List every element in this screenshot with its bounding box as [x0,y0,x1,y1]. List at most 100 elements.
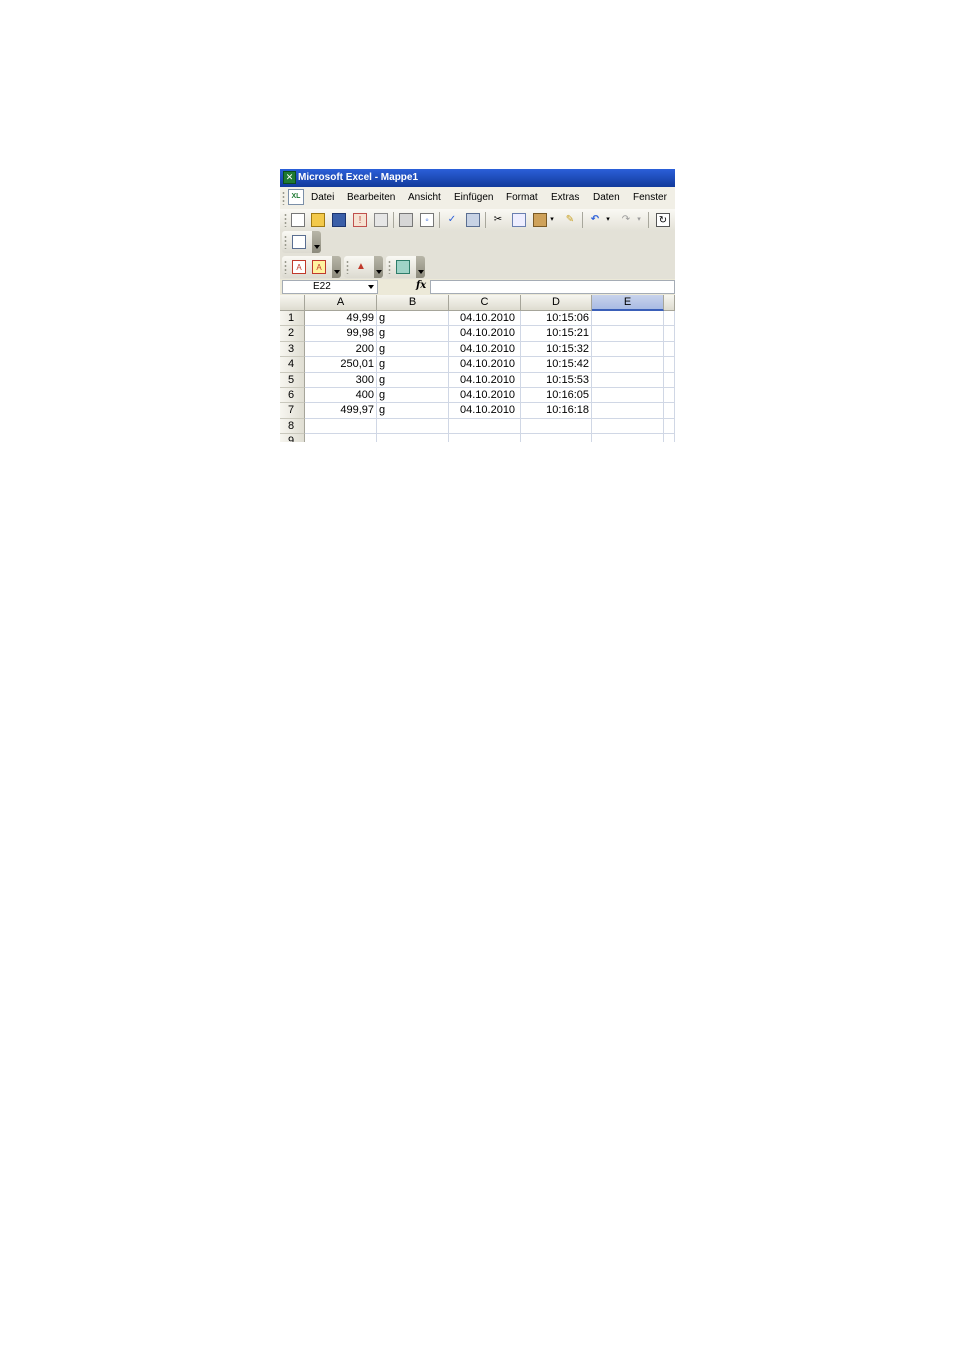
menu-fenster[interactable]: Fenster [633,192,667,203]
row-header[interactable]: 4 [280,357,305,373]
name-box[interactable]: E22 [282,280,378,294]
paste-icon[interactable] [533,213,547,227]
copy-icon[interactable] [512,213,526,227]
cell-c[interactable] [449,418,521,435]
save-icon[interactable] [332,213,346,227]
formula-input[interactable] [430,280,675,294]
row-header[interactable]: 5 [280,372,305,388]
menu-extras[interactable]: Extras [551,192,579,203]
cell-f[interactable] [664,403,675,419]
cell-e[interactable] [592,434,664,442]
column-header-b[interactable]: B [377,295,449,311]
undo-dropdown-icon[interactable]: ▾ [604,213,612,227]
paste-dropdown-icon[interactable]: ▾ [548,213,556,227]
pdf-icon[interactable]: A [292,260,306,274]
print-preview-icon[interactable]: ◦ [420,213,434,227]
column-header-e[interactable]: E [592,295,664,311]
cell-e[interactable] [592,311,664,327]
row-header[interactable]: 7 [280,403,305,419]
pdf-comment-icon[interactable]: A [312,260,326,274]
toolbar-grip[interactable] [284,213,287,227]
cell-a[interactable]: 200 [305,341,377,358]
cell-e[interactable] [592,372,664,388]
cell-c[interactable]: 04.10.2010 [449,372,521,388]
cell-d[interactable]: 10:15:06 [521,311,592,327]
toolbar-options-chevron[interactable] [332,256,341,278]
refresh-icon[interactable]: ↻ [656,213,670,227]
toolbar-options-chevron[interactable] [416,256,425,278]
cell-a[interactable] [305,418,377,435]
cell-d[interactable]: 10:15:21 [521,326,592,342]
cell-f[interactable] [664,326,675,342]
cell-e[interactable] [592,403,664,419]
column-header-a[interactable]: A [305,295,377,311]
undo-icon[interactable]: ↶ [588,213,602,227]
cell-e[interactable] [592,418,664,435]
column-header-f[interactable] [664,295,675,311]
cell-b[interactable]: g [377,372,449,388]
cell-a[interactable]: 499,97 [305,403,377,419]
cell-a[interactable]: 99,98 [305,326,377,342]
title-bar[interactable]: ✕ Microsoft Excel - Mappe1 [280,169,675,187]
cell-c[interactable]: 04.10.2010 [449,341,521,358]
menu-einfuegen[interactable]: Einfügen [454,192,493,203]
cell-c[interactable]: 04.10.2010 [449,311,521,327]
redo-icon[interactable]: ↷ [619,213,633,227]
menu-ansicht[interactable]: Ansicht [408,192,441,203]
format-painter-icon[interactable]: ✎ [563,213,577,227]
cell-c[interactable] [449,434,521,442]
permission-icon[interactable]: ! [353,213,367,227]
cell-c[interactable]: 04.10.2010 [449,357,521,373]
column-header-d[interactable]: D [521,295,592,311]
toolbar-options-chevron[interactable] [312,231,321,253]
cell-b[interactable]: g [377,326,449,342]
cell-f[interactable] [664,434,675,442]
cell-f[interactable] [664,357,675,373]
cell-c[interactable]: 04.10.2010 [449,326,521,342]
menu-datei[interactable]: Datei [311,192,334,203]
cell-b[interactable]: g [377,341,449,358]
cell-f[interactable] [664,418,675,435]
excel-app-icon[interactable]: ✕ [283,171,296,184]
cell-d[interactable] [521,418,592,435]
cell-c[interactable]: 04.10.2010 [449,403,521,419]
redo-dropdown-icon[interactable]: ▾ [635,213,643,227]
row-header[interactable]: 6 [280,388,305,404]
cell-e[interactable] [592,326,664,342]
cell-b[interactable]: g [377,357,449,373]
menu-format[interactable]: Format [506,192,538,203]
toolbar-grip[interactable] [284,235,287,249]
menu-daten[interactable]: Daten [593,192,620,203]
acrobat-icon[interactable]: ▲ [354,260,368,274]
row-header[interactable]: 1 [280,311,305,327]
research-icon[interactable] [466,213,480,227]
cell-b[interactable]: g [377,388,449,404]
cell-b[interactable] [377,418,449,435]
pivot-icon[interactable] [292,235,306,249]
toolbar-grip[interactable] [388,260,391,274]
cell-a[interactable]: 49,99 [305,311,377,327]
cell-f[interactable] [664,388,675,404]
cell-f[interactable] [664,372,675,388]
worksheet-grid[interactable]: A B C D E 1 49,99 g 04.10.2010 10:15:06 2 99,9… [280,295,675,442]
spelling-icon[interactable]: ✓ [445,213,459,227]
row-header[interactable]: 9 [280,434,305,442]
cut-icon[interactable]: ✂ [491,213,505,227]
cell-d[interactable]: 10:15:53 [521,372,592,388]
menubar-grip[interactable] [282,191,285,205]
cell-f[interactable] [664,341,675,358]
column-header-c[interactable]: C [449,295,521,311]
cell-d[interactable]: 10:16:18 [521,403,592,419]
cell-e[interactable] [592,341,664,358]
workbook-icon[interactable]: XL [288,189,304,205]
name-box-dropdown-icon[interactable] [368,285,374,289]
toolbar-options-chevron[interactable] [374,256,383,278]
row-header[interactable]: 8 [280,418,305,435]
cell-d[interactable]: 10:16:05 [521,388,592,404]
cell-b[interactable]: g [377,311,449,327]
cell-d[interactable]: 10:15:32 [521,341,592,358]
cell-c[interactable]: 04.10.2010 [449,388,521,404]
cell-d[interactable] [521,434,592,442]
cell-a[interactable]: 300 [305,372,377,388]
row-header[interactable]: 3 [280,341,305,358]
